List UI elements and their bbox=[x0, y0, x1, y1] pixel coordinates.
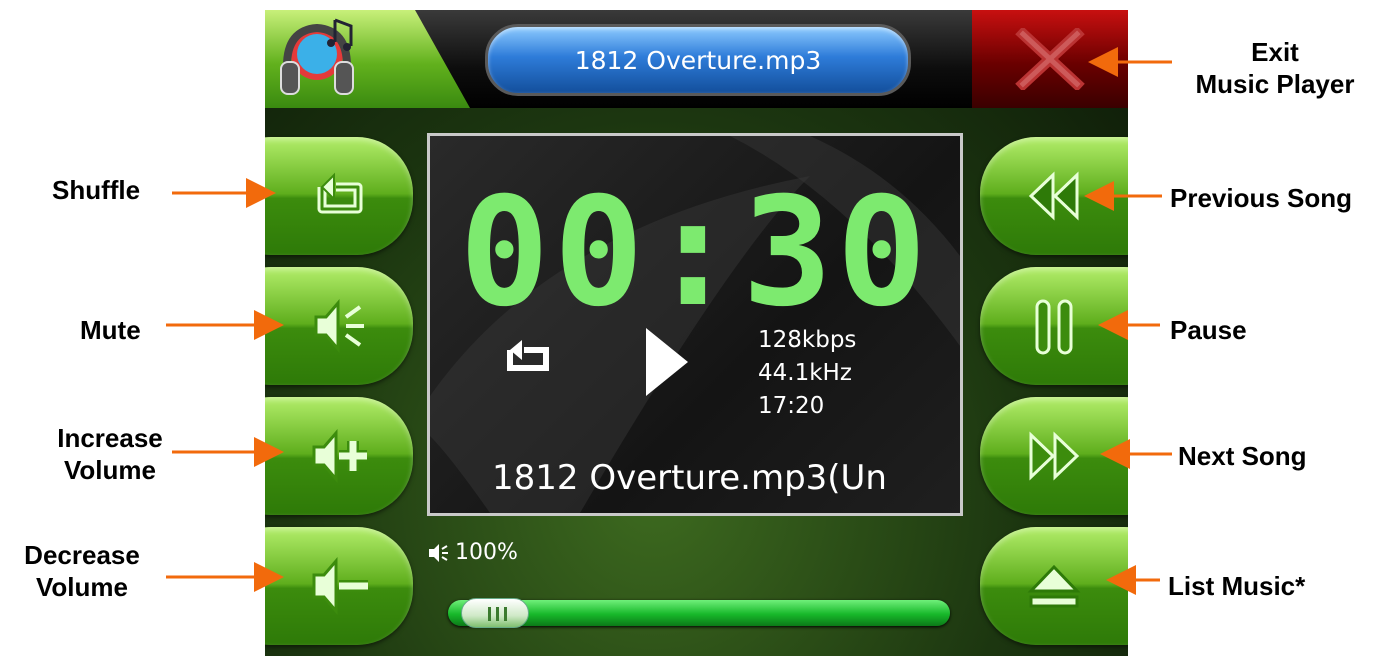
fast-forward-icon bbox=[1029, 431, 1080, 481]
shuffle-button[interactable] bbox=[265, 137, 413, 255]
volume-readout: 100% bbox=[427, 540, 518, 565]
mute-button[interactable] bbox=[265, 267, 413, 385]
label-exit-line2: Music Player bbox=[1195, 69, 1355, 99]
pause-button[interactable] bbox=[980, 267, 1128, 385]
label-increase-line2: Volume bbox=[64, 455, 156, 485]
speaker-plus-icon bbox=[312, 428, 367, 484]
play-icon bbox=[646, 328, 688, 396]
speaker-minus-icon bbox=[312, 556, 368, 616]
label-pause: Pause bbox=[1170, 315, 1247, 345]
next-song-button[interactable] bbox=[980, 397, 1128, 515]
list-music-button[interactable] bbox=[980, 527, 1128, 645]
duration: 17:20 bbox=[758, 393, 825, 419]
music-player-screen: 1812 Overture.mp3 00:30 128kbps 44.1kHz … bbox=[265, 10, 1128, 656]
label-increase-volume: Increase Volume bbox=[40, 422, 180, 486]
label-exit-line1: Exit bbox=[1251, 37, 1299, 67]
exit-button[interactable] bbox=[972, 10, 1128, 108]
speaker-icon bbox=[429, 543, 448, 562]
repeat-icon bbox=[507, 340, 549, 371]
label-next-song: Next Song bbox=[1178, 441, 1307, 471]
previous-song-button[interactable] bbox=[980, 137, 1128, 255]
shuffle-icon bbox=[317, 172, 363, 214]
increase-volume-button[interactable] bbox=[265, 397, 413, 515]
progress-bar[interactable] bbox=[448, 598, 950, 628]
label-shuffle: Shuffle bbox=[52, 175, 141, 205]
label-previous-song: Previous Song bbox=[1170, 183, 1353, 213]
label-list-music: List Music* bbox=[1168, 571, 1306, 601]
now-playing-title: 1812 Overture.mp3 bbox=[485, 24, 911, 96]
track-name: 1812 Overture.mp3(Un bbox=[492, 458, 887, 498]
speaker-mute-icon bbox=[314, 298, 364, 354]
label-decrease-volume: Decrease Volume bbox=[4, 539, 160, 603]
display-panel: 00:30 128kbps 44.1kHz 17:20 1812 Overtur… bbox=[427, 133, 963, 516]
sample-rate: 44.1kHz bbox=[758, 360, 852, 386]
label-decrease-line2: Volume bbox=[36, 572, 128, 602]
rewind-icon bbox=[1028, 171, 1079, 221]
label-mute: Mute bbox=[80, 315, 141, 345]
decrease-volume-button[interactable] bbox=[265, 527, 413, 645]
pause-icon bbox=[1035, 299, 1073, 355]
headphones-music-icon bbox=[280, 18, 354, 95]
eject-icon bbox=[1027, 564, 1081, 608]
bitrate: 128kbps bbox=[758, 327, 857, 353]
elapsed-time: 00:30 bbox=[459, 166, 931, 340]
volume-level: 100% bbox=[455, 540, 518, 565]
label-exit: Exit Music Player bbox=[1180, 36, 1370, 100]
progress-handle[interactable] bbox=[461, 598, 530, 628]
audio-info: 128kbps 44.1kHz 17:20 bbox=[758, 324, 856, 423]
close-x-icon bbox=[1015, 28, 1085, 90]
label-decrease-line1: Decrease bbox=[24, 540, 140, 570]
label-increase-line1: Increase bbox=[57, 423, 163, 453]
